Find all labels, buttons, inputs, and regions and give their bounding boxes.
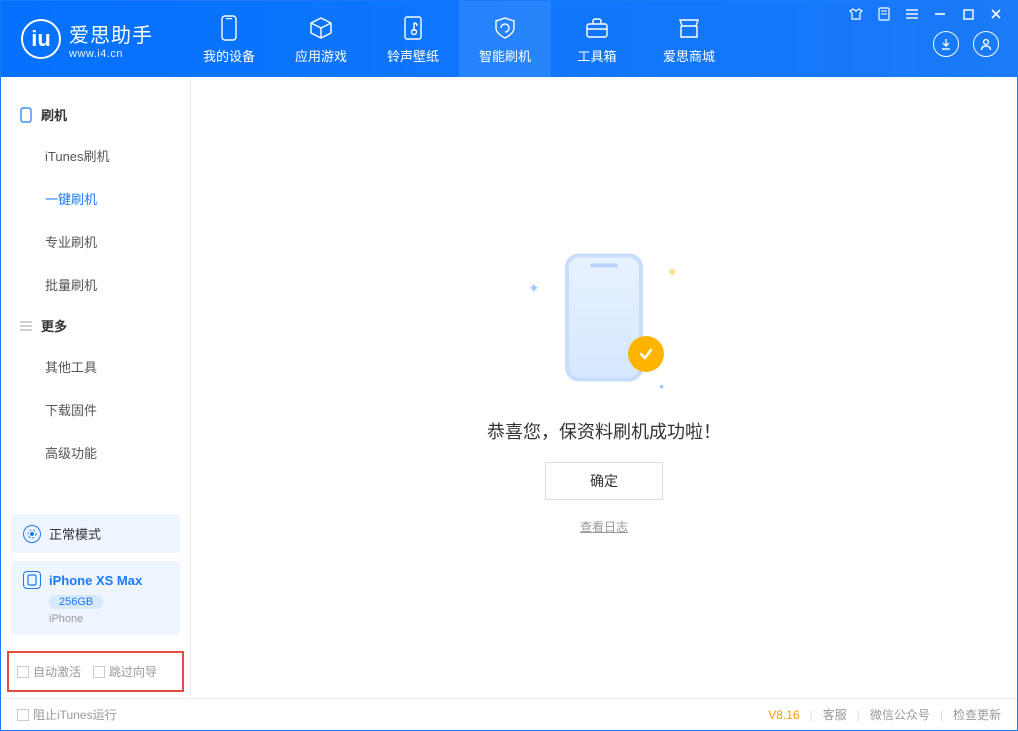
success-text: 恭喜您，保资料刷机成功啦！: [487, 418, 721, 444]
version-label: V8.16: [768, 708, 799, 722]
sparkle-icon: ✦: [528, 280, 540, 297]
tab-apps-games[interactable]: 应用游戏: [275, 1, 367, 77]
store-icon: [675, 14, 703, 42]
minimize-button[interactable]: [933, 7, 947, 21]
checkbox-skip-guide[interactable]: 跳过向导: [93, 663, 157, 680]
menu-icon[interactable]: [905, 7, 919, 21]
device-storage: 256GB: [49, 595, 103, 609]
device-icon: [23, 571, 41, 589]
phone-icon: [215, 14, 243, 42]
tab-my-device[interactable]: 我的设备: [183, 1, 275, 77]
success-illustration: ✦ ✦ •: [524, 240, 684, 400]
wechat-link[interactable]: 微信公众号: [870, 706, 930, 723]
sidebar-group-flash: 刷机: [1, 95, 190, 134]
sidebar-item-pro-flash[interactable]: 专业刷机: [1, 220, 190, 263]
shield-refresh-icon: [491, 14, 519, 42]
ok-button[interactable]: 确定: [545, 462, 663, 500]
sidebar-group-more: 更多: [1, 306, 190, 345]
logo-icon: iu: [21, 19, 61, 59]
list-icon: [19, 319, 33, 333]
checkbox-icon: [17, 666, 29, 678]
sidebar-item-onekey-flash[interactable]: 一键刷机: [1, 177, 190, 220]
feedback-icon[interactable]: [877, 7, 891, 21]
toolbox-icon: [583, 14, 611, 42]
checkbox-label: 跳过向导: [109, 663, 157, 680]
shirt-icon[interactable]: [849, 7, 863, 21]
checkbox-icon: [17, 709, 29, 721]
tab-smart-flash[interactable]: 智能刷机: [459, 1, 551, 77]
checkbox-label: 阻止iTunes运行: [33, 706, 117, 723]
tab-ringtones-wallpapers[interactable]: 铃声壁纸: [367, 1, 459, 77]
device-type: iPhone: [49, 613, 168, 625]
sparkle-icon: ✦: [666, 264, 678, 281]
tab-label: 我的设备: [203, 46, 255, 65]
sidebar-item-download-firmware[interactable]: 下载固件: [1, 388, 190, 431]
checkbox-block-itunes[interactable]: 阻止iTunes运行: [17, 706, 117, 723]
sidebar-group-title: 刷机: [41, 105, 67, 124]
mode-label: 正常模式: [49, 524, 101, 543]
window-controls: [849, 7, 1003, 21]
checkbox-auto-activate[interactable]: 自动激活: [17, 663, 81, 680]
check-badge-icon: [628, 336, 664, 372]
sidebar-item-batch-flash[interactable]: 批量刷机: [1, 263, 190, 306]
title-bar: iu 爱思助手 www.i4.cn 我的设备 应用游戏: [1, 1, 1017, 77]
brand-site: www.i4.cn: [69, 48, 153, 60]
view-log-link[interactable]: 查看日志: [580, 518, 628, 535]
close-button[interactable]: [989, 7, 1003, 21]
highlighted-options-box: 自动激活 跳过向导: [7, 651, 184, 692]
app-window: iu 爱思助手 www.i4.cn 我的设备 应用游戏: [0, 0, 1018, 731]
device-name: iPhone XS Max: [49, 573, 142, 588]
check-update-link[interactable]: 检查更新: [953, 706, 1001, 723]
sidebar-item-other-tools[interactable]: 其他工具: [1, 345, 190, 388]
tab-label: 铃声壁纸: [387, 46, 439, 65]
sidebar-item-advanced[interactable]: 高级功能: [1, 431, 190, 474]
brand-name: 爱思助手: [69, 19, 153, 48]
main-panel: ✦ ✦ • 恭喜您，保资料刷机成功啦！ 确定 查看日志: [191, 77, 1017, 698]
status-bar: 阻止iTunes运行 V8.16 | 客服 | 微信公众号 | 检查更新: [1, 698, 1017, 730]
sidebar-group-title: 更多: [41, 316, 67, 335]
mode-icon: [23, 525, 41, 543]
cube-icon: [307, 14, 335, 42]
user-icon[interactable]: [973, 31, 999, 57]
phone-icon: [19, 108, 33, 122]
support-link[interactable]: 客服: [823, 706, 847, 723]
mode-card[interactable]: 正常模式: [11, 514, 180, 553]
nav-tabs: 我的设备 应用游戏 铃声壁纸 智能刷机: [183, 1, 735, 77]
maximize-button[interactable]: [961, 7, 975, 21]
tab-toolbox[interactable]: 工具箱: [551, 1, 643, 77]
download-icon[interactable]: [933, 31, 959, 57]
sparkle-icon: •: [659, 378, 664, 394]
checkbox-label: 自动激活: [33, 663, 81, 680]
tab-label: 爱思商城: [663, 46, 715, 65]
tab-store[interactable]: 爱思商城: [643, 1, 735, 77]
music-file-icon: [399, 14, 427, 42]
brand-block: iu 爱思助手 www.i4.cn: [1, 1, 183, 77]
tab-label: 智能刷机: [479, 46, 531, 65]
device-card[interactable]: iPhone XS Max 256GB iPhone: [11, 561, 180, 635]
sidebar: 刷机 iTunes刷机 一键刷机 专业刷机 批量刷机 更多 其他工具 下载固件 …: [1, 77, 191, 698]
sidebar-item-itunes-flash[interactable]: iTunes刷机: [1, 134, 190, 177]
tab-label: 应用游戏: [295, 46, 347, 65]
tab-label: 工具箱: [577, 46, 616, 65]
checkbox-icon: [93, 666, 105, 678]
